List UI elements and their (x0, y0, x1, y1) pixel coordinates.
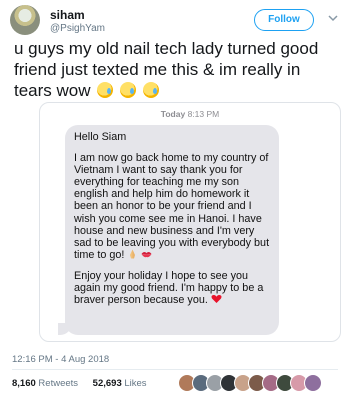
likes-stat[interactable]: 52,693 Likes (93, 378, 153, 389)
tweet-datetime[interactable]: 12:16 PM - 4 Aug 2018 (12, 354, 109, 365)
message-paragraph-2: Enjoy your holiday I hope to see you aga… (74, 270, 270, 306)
tweet-text: u guys my old nail tech lady turned good… (14, 38, 340, 101)
crying-face-emoji (120, 82, 136, 98)
likes-label: Likes (124, 378, 147, 389)
message-greeting: Hello Siam (74, 131, 127, 143)
user-handle[interactable]: @PsighYam (50, 23, 105, 34)
timestamp-day: Today (160, 109, 186, 119)
retweets-stat[interactable]: 8,160 Retweets (12, 378, 84, 389)
message-paragraph-2-text: Enjoy your holiday I hope to see you aga… (74, 269, 264, 307)
folded-hands-emoji (130, 249, 136, 259)
chevron-down-icon[interactable] (328, 14, 338, 22)
attached-screenshot[interactable]: Today 8:13 PM Hello Siam I am now go bac… (39, 102, 341, 342)
kiss-mark-emoji (141, 251, 152, 258)
likes-count: 52,693 (92, 378, 122, 389)
retweets-label: Retweets (38, 378, 79, 389)
retweets-count: 8,160 (12, 378, 36, 389)
timestamp-time: 8:13 PM (187, 109, 220, 119)
user-name[interactable]: siham (50, 8, 85, 22)
message-paragraph-1-text: I am now go back home to my country of V… (74, 152, 270, 261)
liker-avatar[interactable] (304, 374, 322, 392)
divider (12, 369, 338, 370)
crying-face-emoji (97, 82, 114, 98)
message-bubble: Hello Siam I am now go back home to my c… (65, 125, 279, 335)
tweet-body: u guys my old nail tech lady turned good… (14, 39, 319, 100)
follow-button[interactable]: Follow (254, 9, 314, 31)
message-paragraph-1: I am now go back home to my country of V… (74, 152, 270, 261)
message-timestamp: Today 8:13 PM (40, 109, 340, 119)
red-heart-emoji (211, 295, 222, 304)
tweet-header: siham @PsighYam Follow (10, 5, 340, 37)
avatar[interactable] (10, 5, 40, 35)
tweet-stats: 8,160 Retweets 52,693 Likes (12, 378, 159, 389)
crying-face-emoji (142, 82, 159, 98)
